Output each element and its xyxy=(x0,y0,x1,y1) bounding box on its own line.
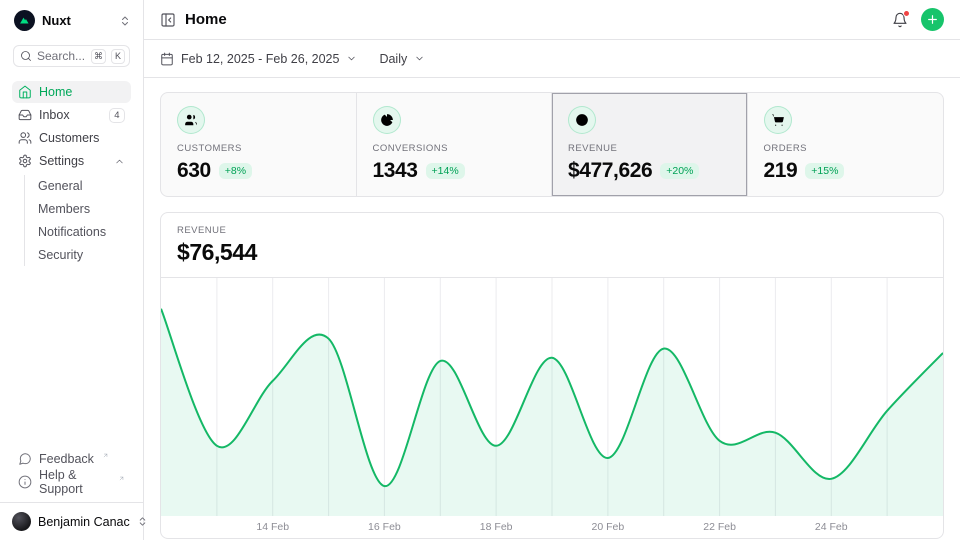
filter-toolbar: Feb 12, 2025 - Feb 26, 2025 Daily xyxy=(144,40,960,78)
sidebar-item-label: Settings xyxy=(39,154,84,168)
users-icon xyxy=(18,131,32,145)
notification-dot xyxy=(903,10,910,17)
sidebar-item-members[interactable]: Members xyxy=(34,198,131,220)
footer-link-label: Help & Support xyxy=(39,468,110,496)
stat-label: CONVERSIONS xyxy=(373,143,536,154)
gear-icon xyxy=(18,154,32,168)
sidebar: Nuxt Search... ⌘ K Home xyxy=(0,0,144,540)
cart-icon xyxy=(764,106,792,134)
top-bar: Home xyxy=(144,0,960,40)
workspace-name: Nuxt xyxy=(42,13,112,28)
sidebar-footer-links: Feedback Help & Support xyxy=(0,448,143,502)
stat-delta-badge: +8% xyxy=(219,163,252,179)
notifications-bell-icon[interactable] xyxy=(892,12,908,28)
chat-bubble-icon xyxy=(18,452,32,466)
revenue-chart-card: REVENUE $76,544 14 Feb 16 Feb 18 Feb 20 Feb… xyxy=(160,212,944,539)
page-content: CUSTOMERS 630 +8% CONVERSIONS 1343 +14% xyxy=(144,78,960,539)
chevron-up-icon xyxy=(114,156,125,167)
external-link-icon xyxy=(102,452,109,459)
home-icon xyxy=(18,85,32,99)
sidebar-item-label: Inbox xyxy=(39,108,70,122)
sidebar-item-security[interactable]: Security xyxy=(34,244,131,266)
sidebar-item-inbox[interactable]: Inbox 4 xyxy=(12,104,131,126)
x-axis-tick: 24 Feb xyxy=(815,521,848,533)
sidebar-item-notifications[interactable]: Notifications xyxy=(34,221,131,243)
settings-subnav: General Members Notifications Security xyxy=(24,175,131,266)
chart-title: REVENUE xyxy=(177,225,927,236)
x-axis-tick: 14 Feb xyxy=(256,521,289,533)
kbd-k: K xyxy=(111,49,125,64)
sidebar-nav: Home Inbox 4 Customers Settings xyxy=(0,71,143,268)
stat-value: 219 xyxy=(764,159,798,183)
stat-delta-badge: +14% xyxy=(426,163,465,179)
users-icon xyxy=(177,106,205,134)
sidebar-item-label: Home xyxy=(39,85,72,99)
chart-total-value: $76,544 xyxy=(177,239,927,266)
footer-link-label: Feedback xyxy=(39,452,94,466)
dollar-circle-icon xyxy=(568,106,596,134)
x-axis-tick: 16 Feb xyxy=(368,521,401,533)
stat-value: 1343 xyxy=(373,159,418,183)
chevron-down-icon xyxy=(346,53,357,64)
calendar-icon xyxy=(160,52,174,66)
x-axis: 14 Feb 16 Feb 18 Feb 20 Feb 22 Feb 24 Feb xyxy=(161,516,943,538)
inbox-icon xyxy=(18,108,32,122)
sidebar-spacer xyxy=(0,268,143,448)
workspace-switcher[interactable]: Nuxt xyxy=(0,0,143,37)
stat-card-orders[interactable]: ORDERS 219 +15% xyxy=(748,93,944,196)
external-link-icon xyxy=(118,475,125,482)
help-support-link[interactable]: Help & Support xyxy=(12,471,131,493)
sidebar-item-label: General xyxy=(38,179,82,193)
info-circle-icon xyxy=(18,475,32,489)
stat-value: $477,626 xyxy=(568,159,652,183)
avatar xyxy=(12,512,31,531)
sidebar-item-home[interactable]: Home xyxy=(12,81,131,103)
x-axis-tick: 22 Feb xyxy=(703,521,736,533)
sidebar-item-label: Members xyxy=(38,202,90,216)
stat-label: REVENUE xyxy=(568,143,731,154)
kbd-cmd: ⌘ xyxy=(91,49,106,64)
stat-delta-badge: +20% xyxy=(660,163,699,179)
stat-card-customers[interactable]: CUSTOMERS 630 +8% xyxy=(161,93,357,196)
sidebar-item-customers[interactable]: Customers xyxy=(12,127,131,149)
granularity-select[interactable]: Daily xyxy=(379,52,425,66)
stats-row: CUSTOMERS 630 +8% CONVERSIONS 1343 +14% xyxy=(160,92,944,197)
user-name: Benjamin Canac xyxy=(38,515,130,529)
stat-value: 630 xyxy=(177,159,211,183)
inbox-count-badge: 4 xyxy=(109,108,125,123)
chart-header: REVENUE $76,544 xyxy=(161,213,943,278)
chevron-up-down-icon xyxy=(119,15,131,27)
x-axis-tick: 18 Feb xyxy=(480,521,513,533)
app-window: Nuxt Search... ⌘ K Home xyxy=(0,0,960,540)
stat-label: CUSTOMERS xyxy=(177,143,340,154)
revenue-chart-svg xyxy=(161,278,943,516)
sidebar-item-label: Security xyxy=(38,248,83,262)
nuxt-logo-icon xyxy=(14,10,35,31)
date-range-value: Feb 12, 2025 - Feb 26, 2025 xyxy=(181,52,339,66)
date-range-picker[interactable]: Feb 12, 2025 - Feb 26, 2025 xyxy=(160,52,357,66)
sidebar-item-label: Customers xyxy=(39,131,99,145)
sidebar-item-label: Notifications xyxy=(38,225,106,239)
search-input[interactable]: Search... ⌘ K xyxy=(13,45,130,67)
add-button[interactable] xyxy=(921,8,944,31)
stat-card-conversions[interactable]: CONVERSIONS 1343 +14% xyxy=(357,93,553,196)
chevron-down-icon xyxy=(414,53,425,64)
collapse-sidebar-icon[interactable] xyxy=(160,12,176,28)
stat-card-revenue[interactable]: REVENUE $477,626 +20% xyxy=(552,93,748,196)
user-menu[interactable]: Benjamin Canac xyxy=(0,502,143,540)
feedback-link[interactable]: Feedback xyxy=(12,448,131,470)
x-axis-tick: 20 Feb xyxy=(591,521,624,533)
pie-chart-icon xyxy=(373,106,401,134)
main-area: Home Feb 12, 2025 - Feb 26, 2025 xyxy=(144,0,960,540)
stat-label: ORDERS xyxy=(764,143,928,154)
revenue-area-chart xyxy=(161,278,943,516)
sidebar-item-general[interactable]: General xyxy=(34,175,131,197)
search-placeholder: Search... xyxy=(37,49,86,63)
sidebar-item-settings[interactable]: Settings xyxy=(12,150,131,172)
granularity-value: Daily xyxy=(379,52,407,66)
stat-delta-badge: +15% xyxy=(805,163,844,179)
page-title: Home xyxy=(185,11,227,28)
search-icon xyxy=(20,50,32,62)
